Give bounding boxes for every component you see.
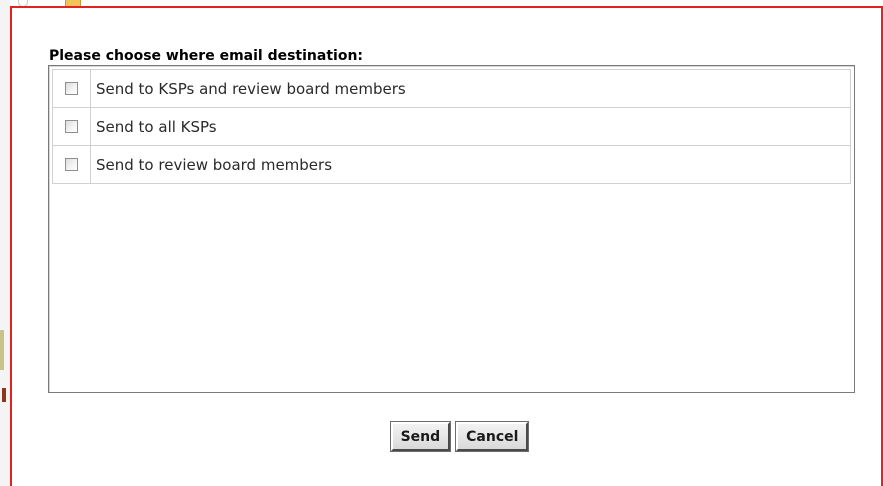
option-label[interactable]: Send to KSPs and review board members — [91, 80, 406, 98]
button-bar: Send Cancel — [0, 421, 883, 452]
checkbox-cell — [53, 146, 91, 183]
checkbox-cell — [53, 108, 91, 145]
window-edge — [0, 0, 10, 486]
checkbox-cell — [53, 70, 91, 107]
page: Please choose where email destination: S… — [0, 0, 883, 486]
option-label[interactable]: Send to all KSPs — [91, 118, 217, 136]
send-button[interactable]: Send — [389, 421, 452, 452]
window-edge-mark — [2, 388, 6, 402]
destination-list: Send to KSPs and review board members Se… — [48, 65, 855, 393]
cancel-button[interactable]: Cancel — [455, 421, 530, 452]
option-review-board[interactable]: Send to review board members — [53, 146, 850, 184]
window-edge-mark — [0, 330, 4, 370]
destination-options: Send to KSPs and review board members Se… — [52, 69, 851, 184]
option-label[interactable]: Send to review board members — [91, 156, 332, 174]
option-all-ksps[interactable]: Send to all KSPs — [53, 108, 850, 146]
all-ksps-checkbox[interactable] — [65, 120, 78, 133]
option-ksps-and-review-board[interactable]: Send to KSPs and review board members — [53, 70, 850, 108]
destination-prompt: Please choose where email destination: — [49, 48, 364, 64]
ksps-and-review-board-checkbox[interactable] — [65, 82, 78, 95]
review-board-checkbox[interactable] — [65, 158, 78, 171]
